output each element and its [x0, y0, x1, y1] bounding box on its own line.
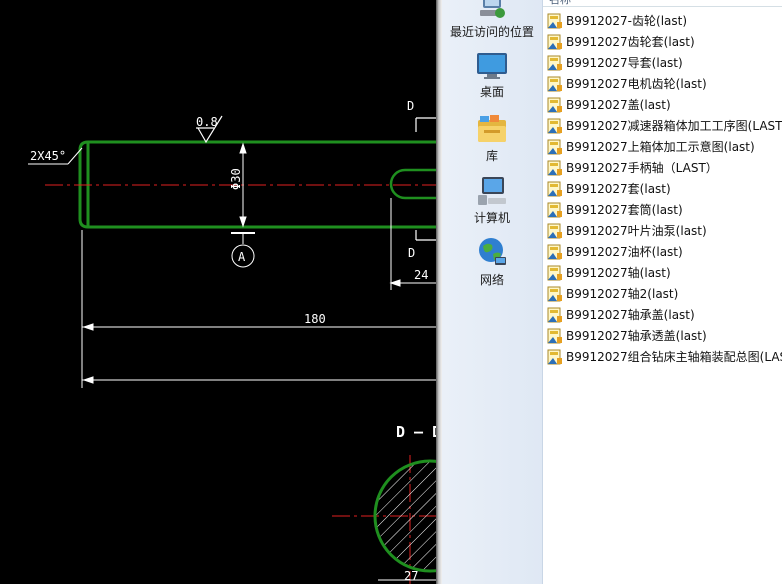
file-name: B9912027导套(last): [566, 56, 683, 70]
diameter-dimension: [231, 142, 255, 244]
file-item[interactable]: B9912027叶片油泵(last): [547, 220, 782, 241]
total-length-label: 180: [304, 312, 326, 326]
file-name: B9912027上箱体加工示意图(last): [566, 140, 755, 154]
file-name: B9912027套(last): [566, 182, 671, 196]
dwg-file-icon: [547, 13, 562, 28]
roughness-value: 0.8: [196, 115, 218, 129]
file-name: B9912027轴2(last): [566, 287, 679, 301]
section-view-hatched: [373, 459, 440, 573]
dwg-file-icon: [547, 223, 562, 238]
place-library[interactable]: 库: [442, 114, 542, 164]
file-name: B9912027套筒(last): [566, 203, 683, 217]
places-bar: 最近访问的位置 桌面 库 计算机 网络: [442, 0, 543, 584]
file-item[interactable]: B9912027减速器箱体加工工序图(LAST): [547, 115, 782, 136]
file-item[interactable]: B9912027手柄轴（LAST）: [547, 157, 782, 178]
dwg-file-icon: [547, 34, 562, 49]
dwg-file-icon: [547, 181, 562, 196]
cad-drawing-canvas[interactable]: 2X45° 0.8 Φ30 A D D 24 180 D — D 27: [0, 0, 440, 584]
file-list-pane[interactable]: 名称 B9912027-齿轮(last) B9912027齿轮套(last) B…: [543, 0, 782, 584]
dwg-file-icon: [547, 97, 562, 112]
place-network[interactable]: 网络: [442, 236, 542, 288]
dwg-file-icon: [547, 160, 562, 175]
column-header-name[interactable]: 名称: [543, 0, 782, 7]
file-name: B9912027轴承盖(last): [566, 308, 695, 322]
dwg-file-icon: [547, 349, 562, 364]
dwg-file-icon: [547, 244, 562, 259]
dwg-file-icon: [547, 286, 562, 301]
file-item[interactable]: B9912027套(last): [547, 178, 782, 199]
library-icon: [478, 115, 506, 142]
file-name: B9912027油杯(last): [566, 245, 683, 259]
total-length-dimension: [81, 230, 440, 388]
section-label-top: D: [407, 99, 414, 113]
dwg-file-icon: [547, 139, 562, 154]
file-name: B9912027齿轮套(last): [566, 35, 695, 49]
dwg-file-icon: [547, 118, 562, 133]
file-list: B9912027-齿轮(last) B9912027齿轮套(last) B991…: [547, 10, 782, 367]
file-name: B9912027叶片油泵(last): [566, 224, 707, 238]
diameter-label: Φ30: [229, 168, 243, 190]
file-name: B9912027轴承透盖(last): [566, 329, 707, 343]
file-name: B9912027手柄轴（LAST）: [566, 161, 718, 175]
desktop-icon: [477, 53, 507, 79]
shaft-drawing: 2X45° 0.8 Φ30 A D D 24 180 D — D 27: [28, 99, 440, 584]
file-item[interactable]: B9912027导套(last): [547, 52, 782, 73]
file-name: B9912027盖(last): [566, 98, 671, 112]
recent-places-icon: [480, 0, 505, 18]
keyway-length-label: 24: [414, 268, 428, 282]
file-name: B9912027-齿轮(last): [566, 14, 688, 28]
place-desktop[interactable]: 桌面: [442, 52, 542, 100]
dwg-file-icon: [547, 328, 562, 343]
file-item[interactable]: B9912027组合钻床主轴箱装配总图(LAS: [547, 346, 782, 367]
computer-icon: [478, 177, 506, 205]
file-item[interactable]: B9912027-齿轮(last): [547, 10, 782, 31]
file-name: B9912027减速器箱体加工工序图(LAST): [566, 119, 782, 133]
file-item[interactable]: B9912027轴承透盖(last): [547, 325, 782, 346]
file-item[interactable]: B9912027盖(last): [547, 94, 782, 115]
section-view-title: D — D: [396, 423, 440, 441]
file-name: B9912027轴(last): [566, 266, 671, 280]
file-item[interactable]: B9912027套筒(last): [547, 199, 782, 220]
datum-label: A: [238, 250, 246, 264]
key-depth-label: 27: [404, 569, 418, 583]
file-item[interactable]: B9912027轴承盖(last): [547, 304, 782, 325]
network-icon: [479, 238, 506, 265]
dwg-file-icon: [547, 55, 562, 70]
dwg-file-icon: [547, 265, 562, 280]
place-computer[interactable]: 计算机: [442, 176, 542, 226]
file-dialog: 最近访问的位置 桌面 库 计算机 网络 B9912027-齿轮(last) B9…: [442, 0, 782, 584]
file-name: B9912027组合钻床主轴箱装配总图(LAS: [566, 350, 782, 364]
file-item[interactable]: B9912027电机齿轮(last): [547, 73, 782, 94]
file-item[interactable]: B9912027轴(last): [547, 262, 782, 283]
dwg-file-icon: [547, 202, 562, 217]
file-name: B9912027电机齿轮(last): [566, 77, 707, 91]
file-item[interactable]: B9912027上箱体加工示意图(last): [547, 136, 782, 157]
file-item[interactable]: B9912027轴2(last): [547, 283, 782, 304]
dwg-file-icon: [547, 307, 562, 322]
file-item[interactable]: B9912027油杯(last): [547, 241, 782, 262]
chamfer-label: 2X45°: [30, 149, 66, 163]
section-label-bottom: D: [408, 246, 415, 260]
file-item[interactable]: B9912027齿轮套(last): [547, 31, 782, 52]
dwg-file-icon: [547, 76, 562, 91]
place-recent[interactable]: 最近访问的位置: [442, 0, 542, 40]
